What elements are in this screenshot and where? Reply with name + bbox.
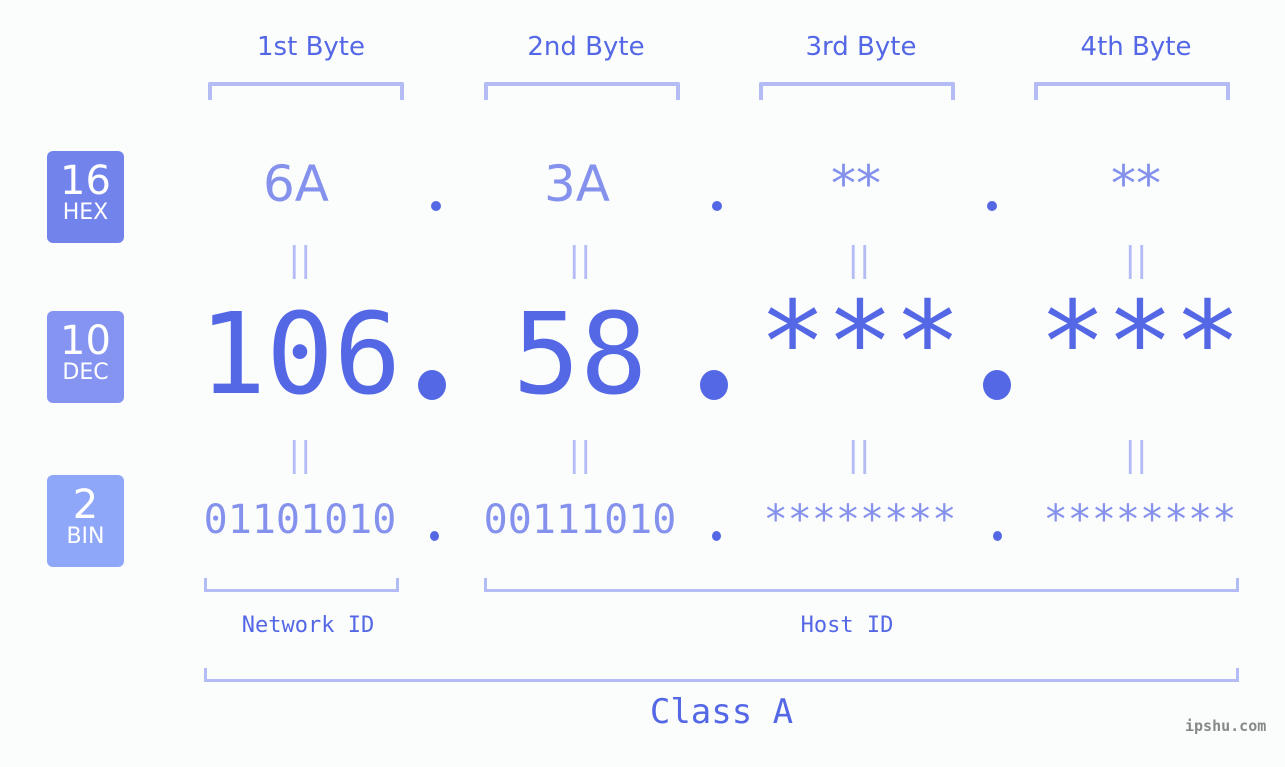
- host-id-label: Host ID: [800, 613, 894, 638]
- dec-value-4: ***: [1038, 278, 1242, 408]
- hex-separator-dot: [431, 201, 441, 211]
- class-label: Class A: [649, 692, 794, 732]
- equals-sign: ||: [1124, 240, 1148, 280]
- hex-base-label: HEX: [62, 200, 109, 225]
- byte-header-2: 2nd Byte: [527, 32, 645, 62]
- byte-header-4: 4th Byte: [1080, 32, 1192, 62]
- hex-value-3: **: [831, 155, 881, 213]
- dec-separator-dot: [418, 370, 446, 400]
- bin-value-3: ********: [763, 497, 957, 543]
- dec-separator-dot: [983, 370, 1011, 400]
- dec-badge: 10 DEC: [47, 311, 124, 403]
- bin-value-4: ********: [1043, 497, 1237, 543]
- bin-separator-dot: [430, 531, 439, 541]
- bin-badge: 2 BIN: [47, 475, 124, 567]
- dec-value-3: ***: [758, 278, 962, 408]
- hex-base-number: 16: [60, 158, 111, 204]
- hex-badge: 16 HEX: [47, 151, 124, 243]
- dec-base-label: DEC: [62, 360, 109, 385]
- network-id-bracket: [204, 578, 399, 592]
- equals-sign: ||: [1124, 435, 1148, 475]
- dec-base-number: 10: [60, 318, 111, 364]
- dec-value-2: 58: [512, 290, 648, 420]
- equals-sign: ||: [288, 240, 312, 280]
- bin-value-2: 00111010: [483, 497, 677, 543]
- bin-separator-dot: [712, 531, 721, 541]
- byte-bracket-4: [1034, 82, 1230, 100]
- class-bracket: [204, 668, 1239, 682]
- dec-value-1: 106: [198, 290, 402, 420]
- bin-base-label: BIN: [66, 524, 105, 549]
- network-id-label: Network ID: [241, 613, 375, 638]
- dec-separator-dot: [700, 370, 728, 400]
- byte-header-1: 1st Byte: [257, 32, 365, 62]
- hex-separator-dot: [987, 201, 997, 211]
- equals-sign: ||: [847, 435, 871, 475]
- hex-value-2: 3A: [543, 155, 610, 213]
- equals-sign: ||: [288, 435, 312, 475]
- byte-bracket-3: [759, 82, 955, 100]
- byte-bracket-2: [484, 82, 680, 100]
- bin-value-1: 01101010: [203, 497, 397, 543]
- bin-separator-dot: [993, 531, 1002, 541]
- byte-bracket-1: [208, 82, 404, 100]
- hex-separator-dot: [712, 201, 722, 211]
- hex-value-1: 6A: [262, 155, 329, 213]
- equals-sign: ||: [568, 240, 592, 280]
- equals-sign: ||: [568, 435, 592, 475]
- byte-header-3: 3rd Byte: [805, 32, 917, 62]
- host-id-bracket: [484, 578, 1239, 592]
- watermark: ipshu.com: [1185, 717, 1267, 735]
- equals-sign: ||: [847, 240, 871, 280]
- bin-base-number: 2: [72, 482, 99, 528]
- hex-value-4: **: [1111, 155, 1161, 213]
